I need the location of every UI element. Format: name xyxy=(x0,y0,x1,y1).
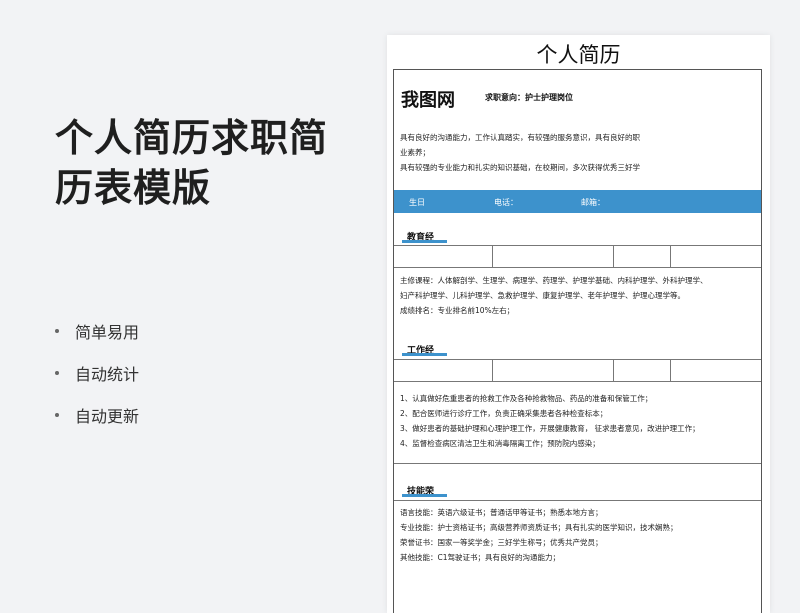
work-line: 3、做好患者的基础护理和心理护理工作，开展健康教育， 征求患者意见，改进护理工作… xyxy=(400,424,700,433)
feature-item: 自动更新 xyxy=(55,394,139,436)
table-divider xyxy=(613,359,614,381)
divider xyxy=(394,267,761,268)
divider xyxy=(394,245,761,246)
table-divider xyxy=(613,245,614,267)
work-line: 2、配合医师进行诊疗工作，负责正确采集患者各种检查标本； xyxy=(400,409,608,418)
bullet-icon xyxy=(55,413,59,417)
divider xyxy=(394,463,761,464)
feature-item: 简单易用 xyxy=(55,310,139,352)
feature-list: 简单易用 自动统计 自动更新 xyxy=(55,310,139,436)
summary-line: 具有良好的沟通能力，工作认真踏实，有较强的服务意识，具有良好的职 xyxy=(400,133,640,142)
feature-label: 自动更新 xyxy=(75,407,140,426)
resume-document: 个人简历 我图网 求职意向：护士护理岗位 具有良好的沟通能力，工作认真踏实，有较… xyxy=(387,35,770,613)
summary-line: 业素养； xyxy=(400,148,430,157)
contact-bar: 生日 电话： 邮箱： xyxy=(394,190,761,213)
resume-title: 个人简历 xyxy=(536,43,621,67)
education-text: 主修课程：人体解剖学、生理学、病理学、药理学、护理学基础、内科护理学、外科护理学… xyxy=(400,273,760,318)
email-label: 邮箱： xyxy=(581,198,605,207)
applicant-name: 我图网 xyxy=(401,90,455,111)
summary-line: 具有较强的专业能力和扎实的知识基础，在校期间，多次获得优秀三好学 xyxy=(400,163,640,172)
table-divider xyxy=(670,359,671,381)
table-divider xyxy=(492,359,493,381)
skills-line: 荣誉证书：国家一等奖学金；三好学生称号；优秀共产党员； xyxy=(400,538,603,547)
birthday-label: 生日 xyxy=(409,198,425,207)
job-intent: 求职意向：护士护理岗位 xyxy=(485,93,573,102)
skills-line: 语言技能：英语六级证书；普通话甲等证书；熟悉本地方言； xyxy=(400,508,603,517)
divider xyxy=(394,359,761,360)
table-divider xyxy=(492,245,493,267)
skills-text: 语言技能：英语六级证书；普通话甲等证书；熟悉本地方言； 专业技能：护士资格证书；… xyxy=(400,505,760,565)
bullet-icon xyxy=(55,371,59,375)
feature-item: 自动统计 xyxy=(55,352,139,394)
skills-line: 专业技能：护士资格证书；高级营养师资质证书；具有扎实的医学知识，技术娴熟； xyxy=(400,523,678,532)
divider xyxy=(394,500,761,501)
feature-label: 自动统计 xyxy=(75,365,140,384)
work-text: 1、认真做好危重患者的抢救工作及各种抢救物品、药品的准备和保管工作； 2、配合医… xyxy=(400,391,760,451)
feature-label: 简单易用 xyxy=(75,323,140,342)
skills-underline xyxy=(402,494,447,497)
work-line: 1、认真做好危重患者的抢救工作及各种抢救物品、药品的准备和保管工作； xyxy=(400,394,653,403)
table-divider xyxy=(670,245,671,267)
left-title: 个人简历求职简历表模版 xyxy=(55,116,329,210)
work-line: 4、监督检查病区清洁卫生和消毒隔离工作；预防院内感染； xyxy=(400,439,600,448)
skills-line: 其他技能：C1驾驶证书；具有良好的沟通能力； xyxy=(400,553,561,562)
phone-label: 电话： xyxy=(494,198,518,207)
bullet-icon xyxy=(55,329,59,333)
summary-text: 具有良好的沟通能力，工作认真踏实，有较强的服务意识，具有良好的职 业素养； 具有… xyxy=(400,130,690,175)
education-line: 主修课程：人体解剖学、生理学、病理学、药理学、护理学基础、内科护理学、外科护理学… xyxy=(400,276,708,285)
education-line: 妇产科护理学、儿科护理学、急救护理学、康复护理学、老年护理学、护理心理学等。 xyxy=(400,291,685,300)
divider xyxy=(394,381,761,382)
education-underline xyxy=(402,240,447,243)
education-line: 成绩排名：专业排名前10%左右； xyxy=(400,306,515,315)
work-underline xyxy=(402,353,447,356)
